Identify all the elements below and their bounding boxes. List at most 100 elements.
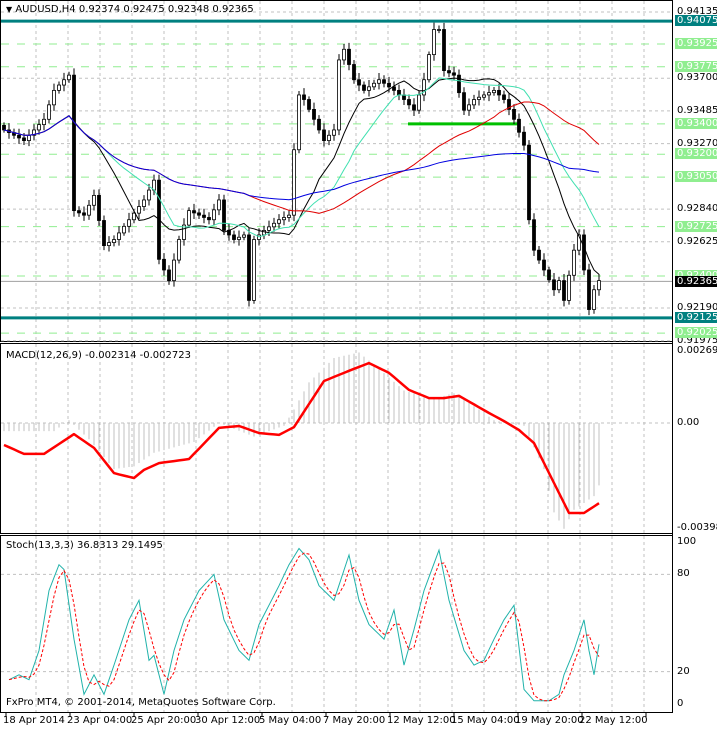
- candle-body: [517, 118, 521, 133]
- stoch-panel-frame: [0, 535, 673, 713]
- candle-body: [87, 204, 91, 216]
- candle-body: [172, 259, 176, 282]
- stoch-main-line: [8, 547, 600, 702]
- price-axis-label: 0.93700: [677, 72, 717, 84]
- price-axis-label: 0.92625: [677, 235, 717, 247]
- level-price-label: 0.93775: [675, 60, 717, 72]
- candle-body: [17, 134, 21, 139]
- level-price-label: 0.93400: [675, 117, 717, 129]
- time-axis-label: 7 May 20:00: [323, 715, 386, 726]
- candle-body: [117, 232, 121, 240]
- candle-body: [387, 82, 391, 88]
- candle-body: [352, 64, 356, 81]
- candle-body: [332, 129, 336, 136]
- collapse-arrow-icon[interactable]: ▼: [6, 5, 12, 14]
- candle-body: [597, 280, 601, 291]
- candle-body: [97, 194, 101, 221]
- stoch-axis-label: 0: [677, 698, 684, 709]
- candle-body: [272, 222, 276, 228]
- candle-body: [132, 212, 136, 221]
- candle-body: [537, 249, 541, 261]
- chart-window[interactable]: ▼ AUDUSD,H4 0.92374 0.92475 0.92348 0.92…: [0, 0, 717, 729]
- level-price-label: 0.92725: [675, 220, 717, 232]
- candle-body: [467, 104, 471, 111]
- candle-body: [247, 234, 251, 301]
- candle-body: [562, 280, 566, 301]
- candle-body: [432, 29, 436, 56]
- candle-body: [82, 212, 86, 216]
- key-level-price-label: 0.92125: [675, 311, 717, 323]
- candle-body: [412, 104, 416, 111]
- candle-body: [27, 134, 31, 142]
- candle-body: [572, 249, 576, 276]
- candle-body: [292, 149, 296, 216]
- candle-body: [192, 210, 196, 214]
- macd-axis-label: 0.00: [677, 417, 700, 428]
- level-price-label: 0.93200: [675, 148, 717, 160]
- candle-body: [47, 104, 51, 120]
- level-price-label: 0.93050: [675, 171, 717, 183]
- macd-panel-frame: [0, 343, 673, 534]
- candle-body: [317, 118, 321, 131]
- price-axis-label: 0.93485: [677, 104, 717, 116]
- candle-body: [547, 269, 551, 281]
- candle-body: [382, 79, 386, 84]
- candle-body: [212, 209, 216, 221]
- candle-body: [302, 94, 306, 100]
- candle-body: [232, 234, 236, 240]
- candle-body: [397, 89, 401, 96]
- candle-body: [197, 212, 201, 216]
- time-axis-label: 5 May 04:00: [259, 715, 322, 726]
- candle-body: [487, 92, 491, 96]
- candle-body: [587, 269, 591, 310]
- candle-body: [442, 29, 446, 71]
- candle-body: [492, 89, 496, 94]
- candle-body: [77, 210, 81, 214]
- candle-body: [142, 199, 146, 207]
- candle-body: [357, 79, 361, 86]
- candle-body: [267, 226, 271, 231]
- candle-body: [417, 94, 421, 111]
- candle-body: [372, 82, 376, 88]
- candle-body: [367, 86, 371, 91]
- time-axis-label: 23 Apr 04:00: [67, 715, 133, 726]
- candle-body: [52, 89, 56, 106]
- candle-body: [582, 234, 586, 271]
- candle-body: [72, 74, 76, 212]
- candle-body: [42, 118, 46, 126]
- candle-body: [377, 79, 381, 84]
- candle-body: [102, 220, 106, 247]
- candle-body: [22, 137, 26, 142]
- candle-body: [532, 219, 536, 251]
- candle-body: [457, 74, 461, 94]
- candle-body: [522, 131, 526, 146]
- stoch-axis-label: 20: [677, 665, 690, 677]
- stoch-title: Stoch(13,3,3) 36.8313 29.1495: [6, 540, 163, 551]
- stoch-axis-label: 80: [677, 568, 690, 580]
- macd-axis-label: 0.002693: [677, 345, 717, 356]
- candle-body: [277, 219, 281, 224]
- candle-body: [217, 199, 221, 211]
- key-level-price-label: 0.94075: [675, 15, 717, 27]
- candle-body: [167, 269, 171, 282]
- time-axis-label: 15 May 04:00: [451, 715, 520, 726]
- candle-body: [162, 258, 166, 271]
- macd-signal-line: [3, 361, 600, 515]
- moving-average-100: [3, 115, 600, 201]
- candle-body: [462, 92, 466, 111]
- candle-body: [187, 210, 191, 226]
- candle-body: [67, 74, 71, 81]
- price-axis-label: 0.93270: [677, 137, 717, 149]
- chart-canvas[interactable]: [0, 0, 717, 729]
- stoch-signal-line: [8, 552, 600, 702]
- candle-body: [112, 239, 116, 243]
- level-price-label: 0.93925: [675, 37, 717, 49]
- time-axis-label: 30 Apr 12:00: [195, 715, 261, 726]
- candle-body: [147, 189, 151, 201]
- candle-body: [447, 70, 451, 74]
- candle-body: [92, 194, 96, 206]
- time-axis-label: 18 Apr 2014: [3, 715, 65, 726]
- candle-body: [322, 129, 326, 142]
- candle-body: [527, 144, 531, 221]
- candle-body: [62, 79, 66, 86]
